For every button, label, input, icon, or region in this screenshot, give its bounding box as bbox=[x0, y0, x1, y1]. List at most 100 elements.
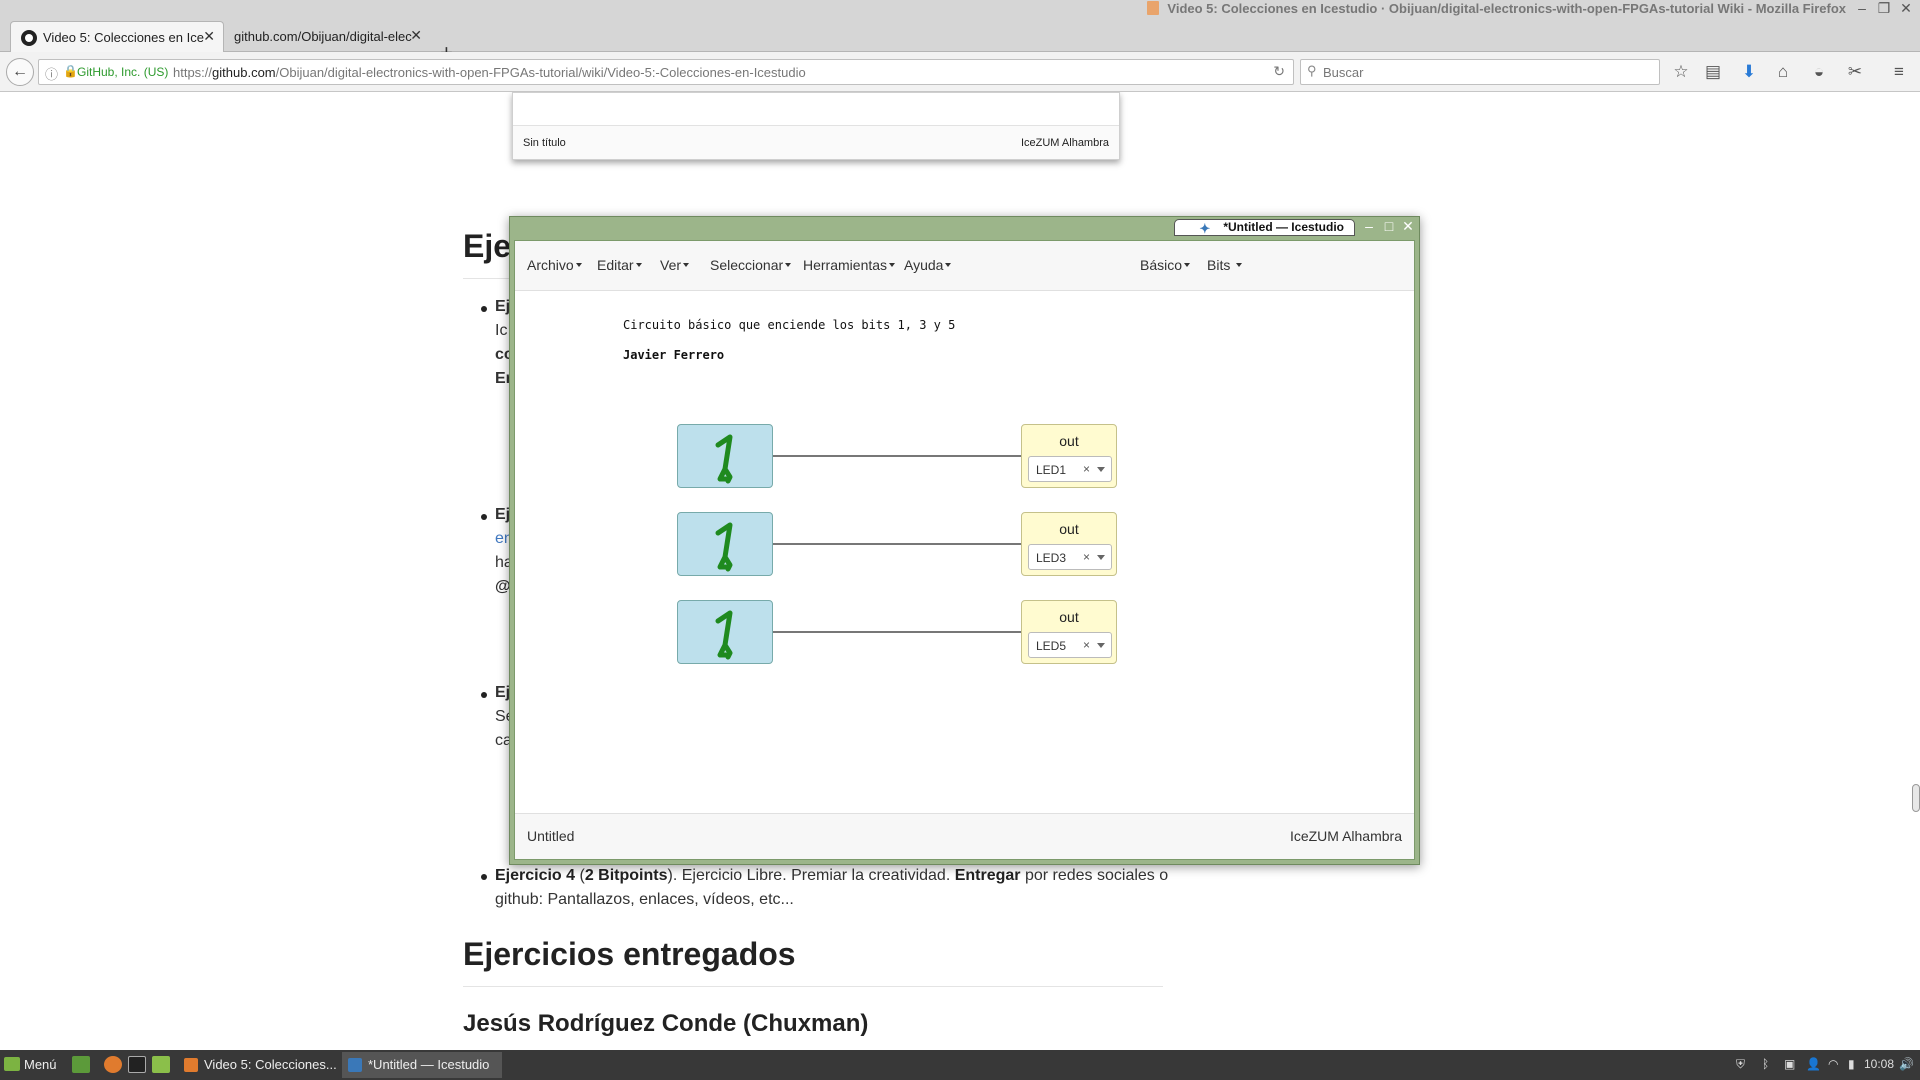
info-icon[interactable]: ⓘ bbox=[45, 64, 58, 83]
icestudio-logo-icon: ✦ bbox=[1199, 221, 1211, 236]
pin-select[interactable]: LED3 × bbox=[1028, 544, 1112, 570]
caret-icon bbox=[1184, 263, 1191, 267]
clear-icon[interactable]: × bbox=[1083, 638, 1090, 652]
menu-basico[interactable]: Básico bbox=[1140, 257, 1191, 273]
tab-video5[interactable]: Video 5: Colecciones en Ice ✕ bbox=[10, 21, 224, 52]
tab-label: github.com/Obijuan/digital-elec bbox=[234, 29, 412, 44]
shield-icon[interactable]: ⛨ bbox=[1736, 1057, 1745, 1072]
icestudio-titlebar[interactable]: ✦ *Untitled — Icestudio – □ ✕ bbox=[510, 217, 1419, 238]
section-heading-delivered: Ejercicios entregados bbox=[463, 936, 796, 972]
constant-bit-block[interactable] bbox=[677, 600, 773, 664]
navigation-toolbar: ← ⓘ 🔒 GitHub, Inc. (US) https://github.c… bbox=[0, 52, 1920, 92]
reload-icon[interactable]: ↻ bbox=[1273, 63, 1285, 80]
image-footer: Sin título IceZUM Alhambra bbox=[513, 125, 1119, 159]
github-icon bbox=[21, 30, 37, 46]
menu-editar[interactable]: Editar bbox=[597, 257, 642, 273]
pin-select[interactable]: LED5 × bbox=[1028, 632, 1112, 658]
circuit-comment[interactable]: Circuito básico que enciende los bits 1,… bbox=[623, 318, 955, 332]
search-icon: ⚲ bbox=[1307, 63, 1317, 78]
board-name[interactable]: IceZUM Alhambra bbox=[1290, 828, 1402, 844]
clear-icon[interactable]: × bbox=[1083, 550, 1090, 564]
dropdown-arrow-icon[interactable] bbox=[1097, 467, 1105, 472]
circuit-canvas[interactable]: Circuito básico que enciende los bits 1,… bbox=[515, 292, 1414, 814]
bullet bbox=[481, 514, 487, 520]
clear-icon[interactable]: × bbox=[1083, 462, 1090, 476]
taskbar-window-firefox[interactable]: Video 5: Colecciones... bbox=[178, 1052, 340, 1078]
taskbar: Menú Video 5: Colecciones... *Untitled —… bbox=[0, 1050, 1920, 1080]
back-button[interactable]: ← bbox=[6, 58, 34, 86]
tab-label: Video 5: Colecciones en Ice bbox=[43, 30, 204, 45]
menu-seleccionar[interactable]: Seleccionar bbox=[710, 257, 792, 273]
output-label: out bbox=[1059, 433, 1079, 449]
output-pin-block[interactable]: out LED3 × bbox=[1021, 512, 1117, 576]
files-icon[interactable] bbox=[152, 1056, 170, 1073]
icestudio-window: ✦ *Untitled — Icestudio – □ ✕ Archivo Ed… bbox=[509, 216, 1420, 865]
search-input[interactable]: Buscar bbox=[1323, 65, 1363, 80]
update-icon[interactable]: ▣ bbox=[1784, 1057, 1795, 1071]
start-menu-button[interactable]: Menú bbox=[4, 1057, 57, 1072]
bluetooth-icon[interactable]: ᛒ bbox=[1762, 1057, 1769, 1071]
caret-icon bbox=[575, 263, 582, 267]
constant-bit-block[interactable] bbox=[677, 512, 773, 576]
dropdown-arrow-icon[interactable] bbox=[1097, 555, 1105, 560]
menu-ver[interactable]: Ver bbox=[660, 257, 690, 273]
image-caption-right: IceZUM Alhambra bbox=[1020, 137, 1109, 149]
close-tab-icon[interactable]: ✕ bbox=[203, 28, 215, 45]
wire[interactable] bbox=[773, 455, 1021, 457]
taskbar-window-icestudio[interactable]: *Untitled — Icestudio bbox=[342, 1052, 502, 1078]
exercise-3-text: Ej bbox=[495, 684, 511, 701]
user-icon[interactable]: 👤 bbox=[1806, 1057, 1821, 1071]
tab-github-url[interactable]: github.com/Obijuan/digital-elec ✕ bbox=[226, 21, 430, 52]
bookmark-star-icon[interactable]: ☆ bbox=[1670, 62, 1692, 82]
output-pin-block[interactable]: out LED5 × bbox=[1021, 600, 1117, 664]
home-icon[interactable]: ⌂ bbox=[1772, 62, 1794, 82]
menu-archivo[interactable]: Archivo bbox=[527, 257, 582, 273]
icestudio-menubar: Archivo Editar Ver Seleccionar Herramien… bbox=[515, 241, 1414, 291]
caret-icon bbox=[889, 263, 896, 267]
url-text[interactable]: https://github.com/Obijuan/digital-elect… bbox=[173, 65, 806, 80]
menu-herramientas[interactable]: Herramientas bbox=[803, 257, 896, 273]
page-scrollbar[interactable] bbox=[1912, 784, 1920, 812]
battery-icon[interactable]: ▮ bbox=[1848, 1057, 1855, 1071]
terminal-icon[interactable] bbox=[128, 1056, 146, 1073]
dropdown-arrow-icon[interactable] bbox=[1097, 643, 1105, 648]
menu-bits[interactable]: Bits bbox=[1207, 257, 1243, 273]
window-title: Video 5: Colecciones en Icestudio · Obij… bbox=[1147, 1, 1846, 16]
image-caption-left: Sin título bbox=[523, 137, 566, 149]
extension-icon[interactable]: ✂ bbox=[1844, 62, 1866, 82]
wifi-icon[interactable]: ◠ bbox=[1828, 1057, 1838, 1071]
close-icon[interactable]: ✕ bbox=[1400, 218, 1416, 235]
constant-bit-block[interactable] bbox=[677, 424, 773, 488]
mint-logo-icon bbox=[4, 1057, 20, 1071]
wire[interactable] bbox=[773, 631, 1021, 633]
icestudio-statusbar: Untitled IceZUM Alhambra bbox=[515, 813, 1414, 859]
pin-select[interactable]: LED1 × bbox=[1028, 456, 1112, 482]
output-label: out bbox=[1059, 521, 1079, 537]
circuit-author[interactable]: Javier Ferrero bbox=[623, 348, 724, 362]
bookmarks-list-icon[interactable]: ▤ bbox=[1702, 62, 1724, 82]
pocket-icon[interactable]: ◒ bbox=[1808, 62, 1830, 82]
maximize-window-button[interactable]: ❐ bbox=[1874, 0, 1894, 17]
downloads-icon[interactable]: ⬇ bbox=[1738, 62, 1760, 82]
url-bar[interactable]: ⓘ 🔒 GitHub, Inc. (US) https://github.com… bbox=[38, 59, 1294, 85]
identity-badge[interactable]: GitHub, Inc. (US) bbox=[77, 65, 168, 79]
close-window-button[interactable]: ✕ bbox=[1896, 0, 1916, 17]
firefox-icon bbox=[184, 1058, 198, 1072]
output-pin-block[interactable]: out LED1 × bbox=[1021, 424, 1117, 488]
bullet bbox=[481, 874, 487, 880]
exercise-1-text: Ej bbox=[495, 298, 511, 315]
hamburger-menu-icon[interactable]: ≡ bbox=[1888, 62, 1910, 82]
search-bar[interactable]: ⚲ Buscar bbox=[1300, 59, 1660, 85]
firefox-icon[interactable] bbox=[104, 1056, 122, 1073]
minimize-window-button[interactable]: – bbox=[1852, 0, 1872, 16]
caret-icon bbox=[1236, 263, 1243, 267]
volume-icon[interactable]: 🔊 bbox=[1899, 1057, 1914, 1071]
clock[interactable]: 10:08 bbox=[1864, 1057, 1894, 1071]
maximize-icon[interactable]: □ bbox=[1381, 218, 1397, 234]
show-desktop-icon[interactable] bbox=[72, 1056, 90, 1073]
icestudio-content: Archivo Editar Ver Seleccionar Herramien… bbox=[514, 240, 1415, 860]
minimize-icon[interactable]: – bbox=[1361, 218, 1377, 234]
menu-ayuda[interactable]: Ayuda bbox=[904, 257, 952, 273]
close-tab-icon[interactable]: ✕ bbox=[410, 27, 422, 44]
wire[interactable] bbox=[773, 543, 1021, 545]
